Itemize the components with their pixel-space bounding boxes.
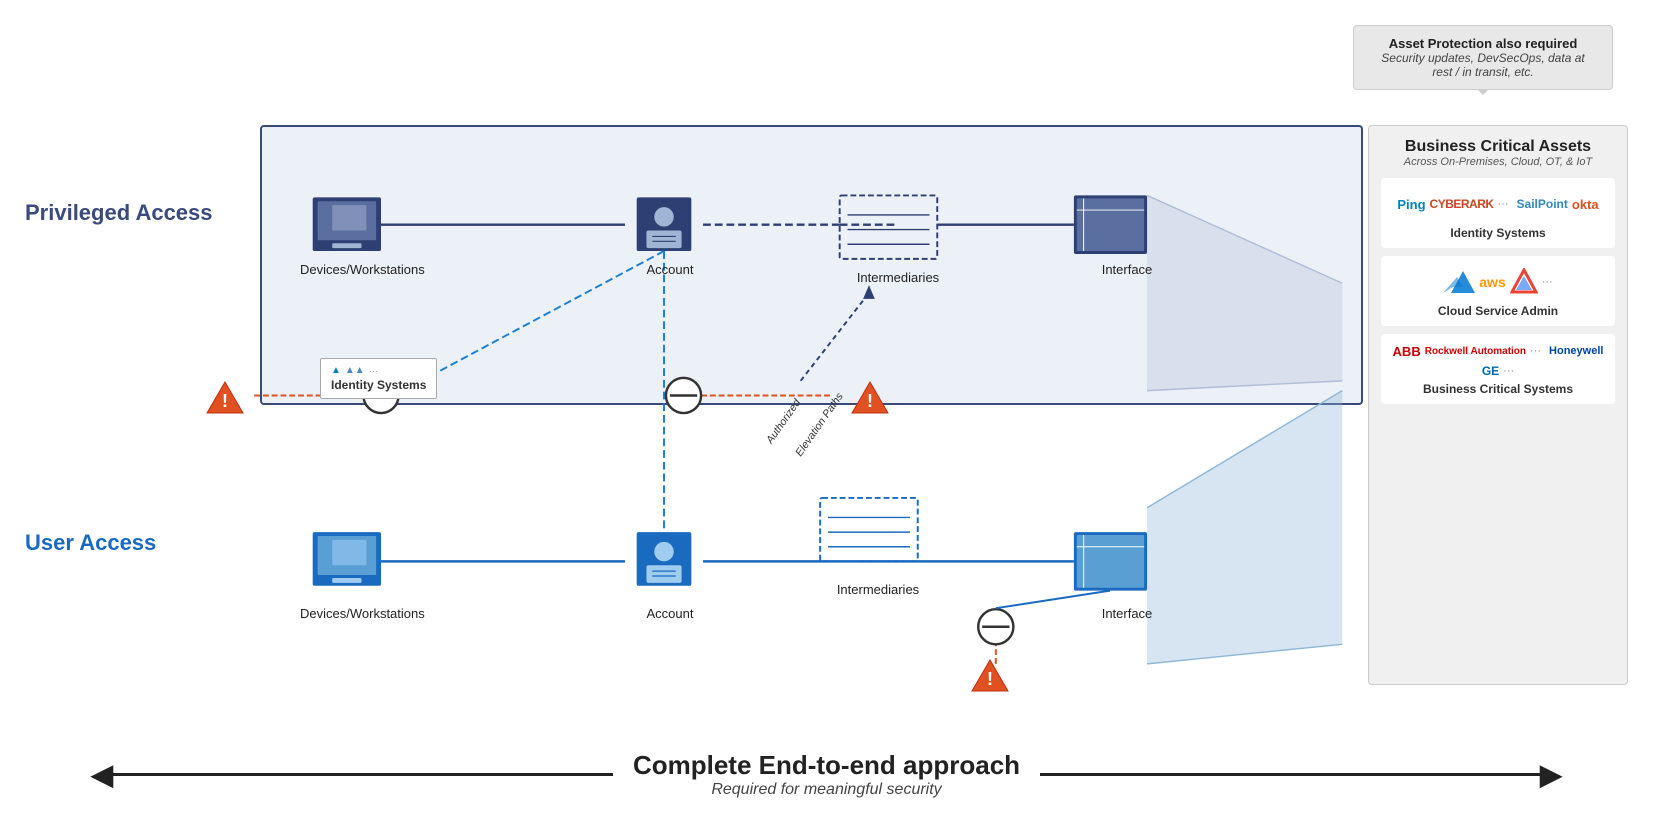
user-intermediaries-label: Intermediaries [818,582,938,597]
okta-logo: okta [1572,197,1599,212]
sailpoint-logo: SailPoint [1517,197,1568,211]
bca-identity-section: Ping CYBERARK ··· SailPoint okta Identit… [1381,178,1615,248]
dots-2: ··· [1542,276,1553,288]
azure-logo [1443,269,1475,295]
bottom-line-right [1040,773,1540,776]
bca-systems-logos: ABB Rockwell Automation ··· Honeywell GE… [1389,342,1607,378]
end-to-end-subtitle: Required for meaningful security [633,781,1020,799]
bca-cloud-logos: aws ··· [1389,264,1607,300]
warning-icon-1: ! [205,380,245,420]
identity-popup-label: Identity Systems [331,378,426,392]
bca-title: Business Critical Assets [1381,138,1615,156]
dots-3: ··· [1530,345,1541,357]
bca-identity-label: Identity Systems [1389,226,1607,240]
bca-subtitle: Across On-Premises, Cloud, OT, & IoT [1381,156,1615,168]
warning-icon-3: ! [970,658,1010,698]
bottom-line-left [113,773,613,776]
honeywell-logo: Honeywell [1549,345,1603,357]
end-to-end-title: Complete End-to-end approach [633,750,1020,781]
rockwell-logo: Rockwell Automation [1425,346,1526,357]
bca-cloud-section: aws ··· Cloud Service Admin [1381,256,1615,326]
asset-protection-title: Asset Protection also required [1370,36,1596,51]
dots-1: ··· [1498,198,1509,210]
svg-text:!: ! [987,669,993,689]
svg-text:!: ! [222,391,228,411]
priv-account-label: Account [632,262,708,277]
left-arrow: ◀ [91,758,113,791]
cyberark-logo: CYBERARK [1430,197,1494,211]
right-arrow: ▶ [1540,758,1562,791]
bca-systems-label: Business Critical Systems [1389,382,1607,396]
svg-text:!: ! [867,391,873,411]
bca-cloud-label: Cloud Service Admin [1389,304,1607,318]
user-devices-label: Devices/Workstations [300,606,390,621]
ge-logo: GE [1482,364,1499,378]
arrow-container: ◀ Complete End-to-end approach Required … [10,750,1643,799]
identity-systems-popup: ▲ ▲▲ ··· Identity Systems [320,358,437,399]
ping-logo: Ping [1397,197,1425,212]
bca-identity-logos: Ping CYBERARK ··· SailPoint okta [1389,186,1607,222]
user-account-label: Account [632,606,708,621]
bottom-section: ◀ Complete End-to-end approach Required … [10,746,1643,799]
warning-icon-2: ! [850,380,890,420]
gcp-logo [1510,268,1538,296]
bca-systems-section: ABB Rockwell Automation ··· Honeywell GE… [1381,334,1615,404]
priv-interface-label: Interface [1082,262,1172,277]
asset-protection-subtitle: Security updates, DevSecOps, data at res… [1370,51,1596,79]
asset-protection-tooltip: Asset Protection also required Security … [1353,25,1613,90]
priv-intermediaries-label: Intermediaries [838,270,958,285]
aws-logo: aws [1479,274,1505,290]
diagram-container: Asset Protection also required Security … [10,10,1643,819]
user-interface-label: Interface [1082,606,1172,621]
priv-devices-label: Devices/Workstations [300,262,390,277]
bca-panel: Business Critical Assets Across On-Premi… [1368,125,1628,685]
dots-4: ··· [1503,365,1514,377]
abb-logo: ABB [1393,344,1421,359]
user-access-label: User Access [25,530,156,556]
privileged-access-label: Privileged Access [25,200,213,226]
